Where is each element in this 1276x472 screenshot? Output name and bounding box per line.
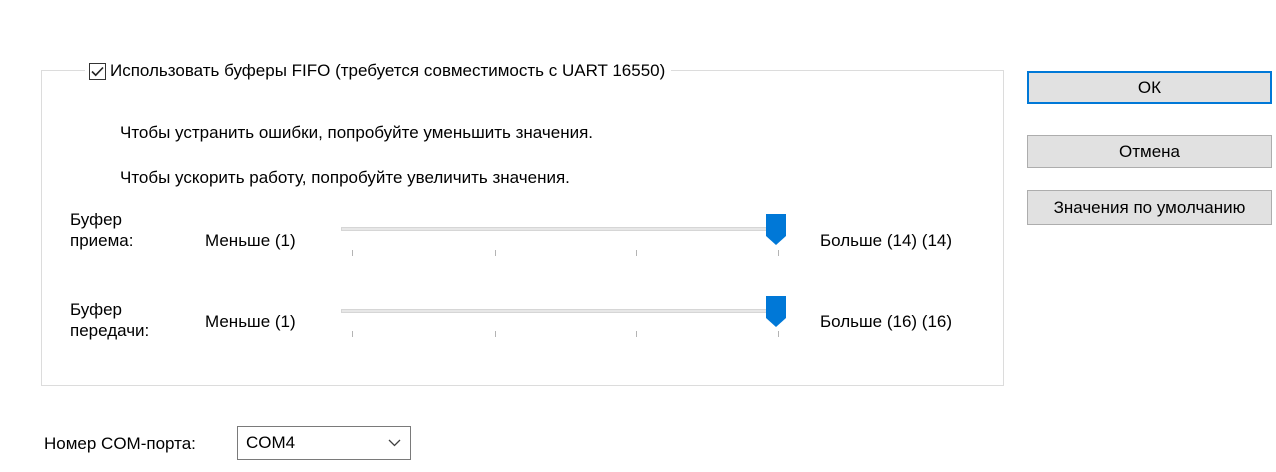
transmit-buffer-label: Буфер передачи:	[70, 299, 149, 341]
receive-buffer-max-label: Больше (14) (14)	[820, 231, 952, 251]
transmit-buffer-tick	[495, 331, 496, 337]
receive-buffer-tick	[352, 250, 353, 256]
transmit-buffer-current-value: (16)	[921, 312, 953, 331]
transmit-buffer-slider-thumb[interactable]	[765, 295, 787, 328]
transmit-buffer-label-line2: передачи:	[70, 321, 150, 340]
fifo-settings-dialog: Использовать буферы FIFO (требуется совм…	[0, 0, 1276, 472]
transmit-buffer-label-line1: Буфер	[70, 300, 122, 319]
restore-defaults-button[interactable]: Значения по умолчанию	[1027, 190, 1272, 225]
receive-buffer-current-value: (14)	[921, 231, 953, 250]
hint-reduce-errors: Чтобы устранить ошибки, попробуйте умень…	[120, 123, 594, 142]
transmit-buffer-min-label: Меньше (1)	[205, 312, 296, 331]
com-port-selected-value: COM4	[246, 433, 296, 452]
transmit-buffer-tick	[352, 331, 353, 337]
hint-increase-speed: Чтобы ускорить работу, попробуйте увелич…	[120, 168, 570, 187]
com-port-select[interactable]: COM4	[237, 426, 411, 460]
transmit-buffer-slider-track[interactable]	[341, 309, 785, 313]
cancel-button[interactable]: Отмена	[1027, 135, 1272, 168]
receive-buffer-tick	[495, 250, 496, 256]
receive-buffer-tick	[636, 250, 637, 256]
fifo-checkbox[interactable]	[89, 62, 106, 80]
receive-buffer-max-text: Больше (14)	[820, 231, 918, 250]
receive-buffer-slider-track[interactable]	[341, 227, 785, 231]
transmit-buffer-max-text: Больше (16)	[820, 312, 918, 331]
chevron-down-icon	[388, 439, 401, 447]
transmit-buffer-tick	[636, 331, 637, 337]
receive-buffer-min-label: Меньше (1)	[205, 231, 296, 250]
transmit-buffer-max-label: Больше (16) (16)	[820, 312, 952, 332]
receive-buffer-tick	[778, 250, 779, 256]
receive-buffer-slider-thumb[interactable]	[765, 213, 787, 246]
receive-buffer-label-line1: Буфер	[70, 210, 122, 229]
transmit-buffer-tick	[778, 331, 779, 337]
fifo-checkbox-label[interactable]: Использовать буферы FIFO (требуется совм…	[110, 61, 665, 81]
receive-buffer-label-line2: приема:	[70, 231, 134, 250]
com-port-label: Номер COM-порта:	[44, 434, 196, 453]
fifo-checkbox-row[interactable]: Использовать буферы FIFO (требуется совм…	[85, 58, 672, 84]
checkmark-icon	[91, 66, 104, 76]
ok-button[interactable]: ОК	[1027, 71, 1272, 104]
receive-buffer-label: Буфер приема:	[70, 209, 133, 251]
